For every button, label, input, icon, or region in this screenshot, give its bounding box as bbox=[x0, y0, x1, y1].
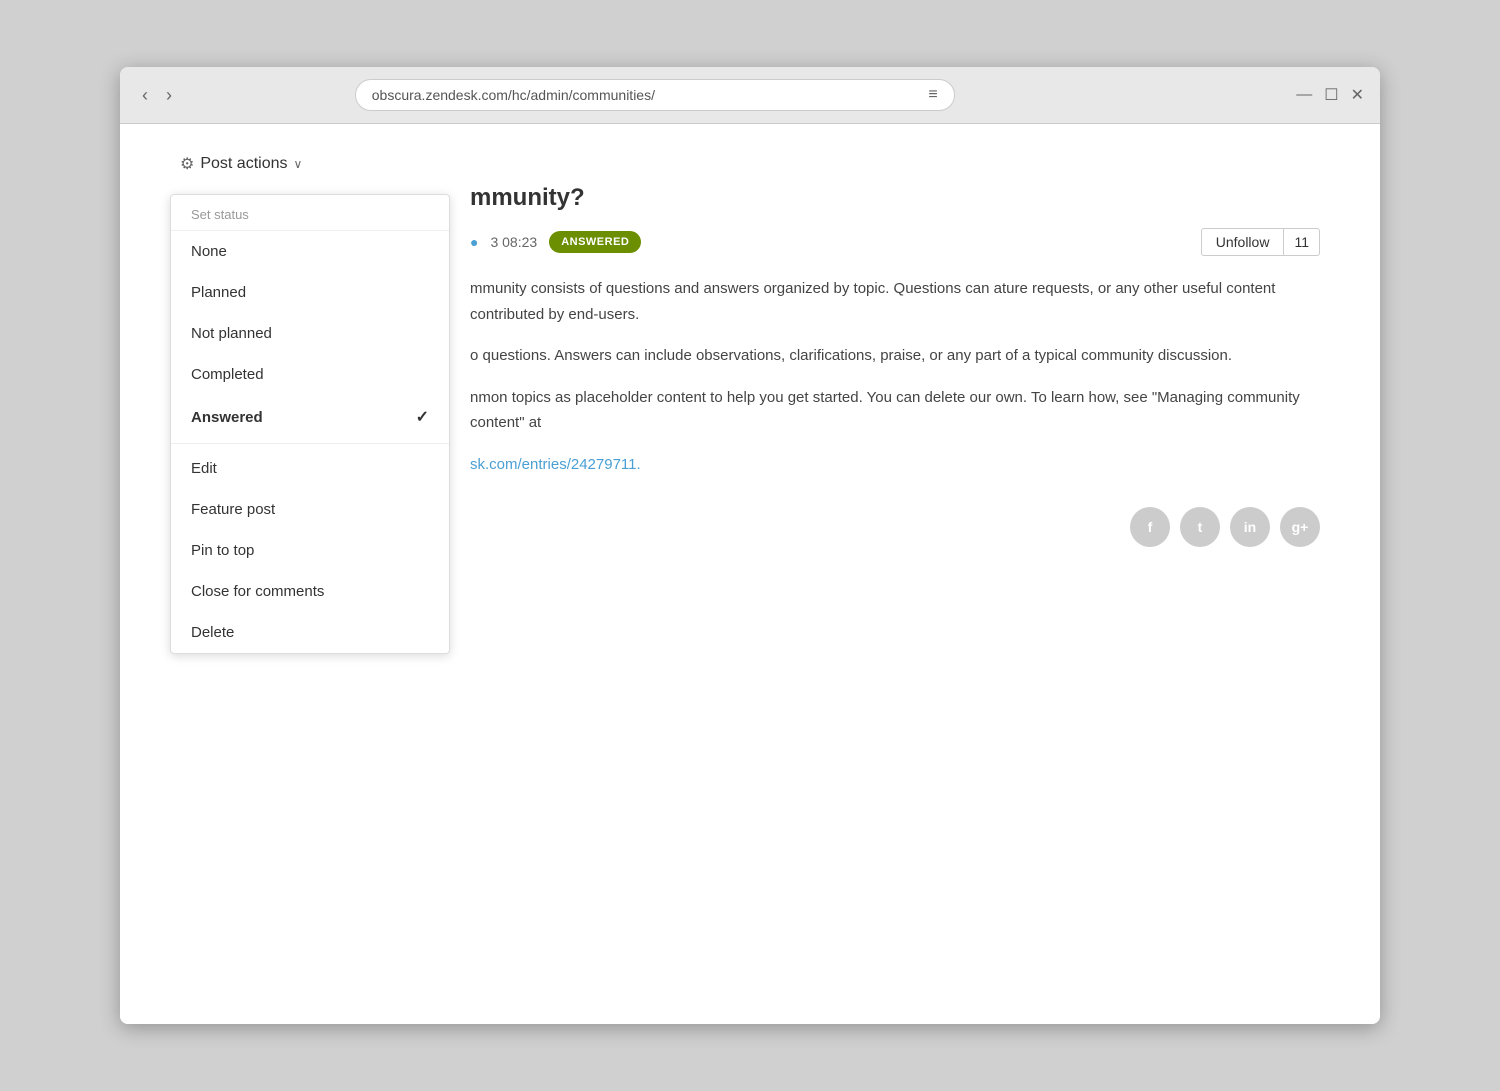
answered-badge: ANSWERED bbox=[549, 231, 641, 253]
dropdown-menu: Set status None Planned Not planned Comp… bbox=[170, 194, 450, 654]
facebook-icon: f bbox=[1148, 519, 1153, 535]
url-text: obscura.zendesk.com/hc/admin/communities… bbox=[372, 87, 655, 103]
action-close-for-comments-label: Close for comments bbox=[191, 583, 324, 600]
action-edit[interactable]: Edit bbox=[171, 448, 449, 489]
back-button[interactable]: ‹ bbox=[136, 83, 154, 108]
page-content: ⚙ Post actions ∨ Set status None Planned… bbox=[120, 124, 1380, 1024]
author-link[interactable]: ● bbox=[470, 234, 478, 250]
main-post-area: mmunity? ● 3 08:23 ANSWERED Unfollow 11 … bbox=[470, 184, 1320, 547]
status-answered[interactable]: Answered ✓ bbox=[171, 395, 449, 439]
follower-count: 11 bbox=[1284, 228, 1320, 256]
browser-window: ‹ › obscura.zendesk.com/hc/admin/communi… bbox=[120, 67, 1380, 1024]
unfollow-button[interactable]: Unfollow bbox=[1201, 228, 1285, 256]
post-meta-row: ● 3 08:23 ANSWERED Unfollow 11 bbox=[470, 228, 1320, 256]
minimize-button[interactable]: — bbox=[1296, 85, 1312, 105]
action-close-for-comments[interactable]: Close for comments bbox=[171, 571, 449, 612]
status-completed-label: Completed bbox=[191, 366, 264, 383]
post-title: mmunity? bbox=[470, 184, 1320, 212]
chevron-down-icon: ∨ bbox=[294, 157, 303, 171]
linkedin-share-button[interactable]: in bbox=[1230, 507, 1270, 547]
facebook-share-button[interactable]: f bbox=[1130, 507, 1170, 547]
post-actions-trigger[interactable]: ⚙ Post actions ∨ bbox=[180, 154, 302, 174]
set-status-label: Set status bbox=[171, 195, 449, 231]
action-delete[interactable]: Delete bbox=[171, 612, 449, 653]
action-pin-to-top-label: Pin to top bbox=[191, 542, 254, 559]
action-delete-label: Delete bbox=[191, 624, 234, 641]
status-planned[interactable]: Planned bbox=[171, 272, 449, 313]
action-pin-to-top[interactable]: Pin to top bbox=[171, 530, 449, 571]
status-none-label: None bbox=[191, 243, 227, 260]
window-controls: — ☐ ✕ bbox=[1296, 85, 1364, 105]
status-not-planned[interactable]: Not planned bbox=[171, 313, 449, 354]
post-link[interactable]: sk.com/entries/24279711. bbox=[470, 456, 641, 473]
social-icons-row: f t in g+ bbox=[470, 507, 1320, 547]
post-paragraph-2: o questions. Answers can include observa… bbox=[470, 343, 1320, 369]
forward-button[interactable]: › bbox=[160, 83, 178, 108]
post-paragraph-1: mmunity consists of questions and answer… bbox=[470, 276, 1320, 327]
googleplus-share-button[interactable]: g+ bbox=[1280, 507, 1320, 547]
action-feature-post[interactable]: Feature post bbox=[171, 489, 449, 530]
status-planned-label: Planned bbox=[191, 284, 246, 301]
check-icon: ✓ bbox=[416, 407, 429, 427]
action-edit-label: Edit bbox=[191, 460, 217, 477]
maximize-button[interactable]: ☐ bbox=[1324, 85, 1338, 105]
divider-1 bbox=[171, 443, 449, 444]
action-feature-post-label: Feature post bbox=[191, 501, 275, 518]
post-date: 3 08:23 bbox=[490, 234, 537, 250]
status-none[interactable]: None bbox=[171, 231, 449, 272]
post-paragraph-3: nmon topics as placeholder content to he… bbox=[470, 385, 1320, 436]
close-button[interactable]: ✕ bbox=[1351, 85, 1364, 105]
hamburger-icon: ≡ bbox=[928, 86, 937, 104]
browser-chrome: ‹ › obscura.zendesk.com/hc/admin/communi… bbox=[120, 67, 1380, 124]
gear-icon: ⚙ bbox=[180, 154, 194, 174]
post-actions-label: Post actions bbox=[200, 155, 287, 173]
status-completed[interactable]: Completed bbox=[171, 354, 449, 395]
follow-controls: Unfollow 11 bbox=[1201, 228, 1320, 256]
nav-buttons: ‹ › bbox=[136, 83, 178, 108]
post-body: mmunity consists of questions and answer… bbox=[470, 276, 1320, 477]
twitter-icon: t bbox=[1198, 519, 1203, 535]
status-answered-label: Answered bbox=[191, 409, 263, 426]
address-bar[interactable]: obscura.zendesk.com/hc/admin/communities… bbox=[355, 79, 955, 111]
status-not-planned-label: Not planned bbox=[191, 325, 272, 342]
twitter-share-button[interactable]: t bbox=[1180, 507, 1220, 547]
linkedin-icon: in bbox=[1244, 519, 1256, 535]
googleplus-icon: g+ bbox=[1292, 519, 1309, 535]
